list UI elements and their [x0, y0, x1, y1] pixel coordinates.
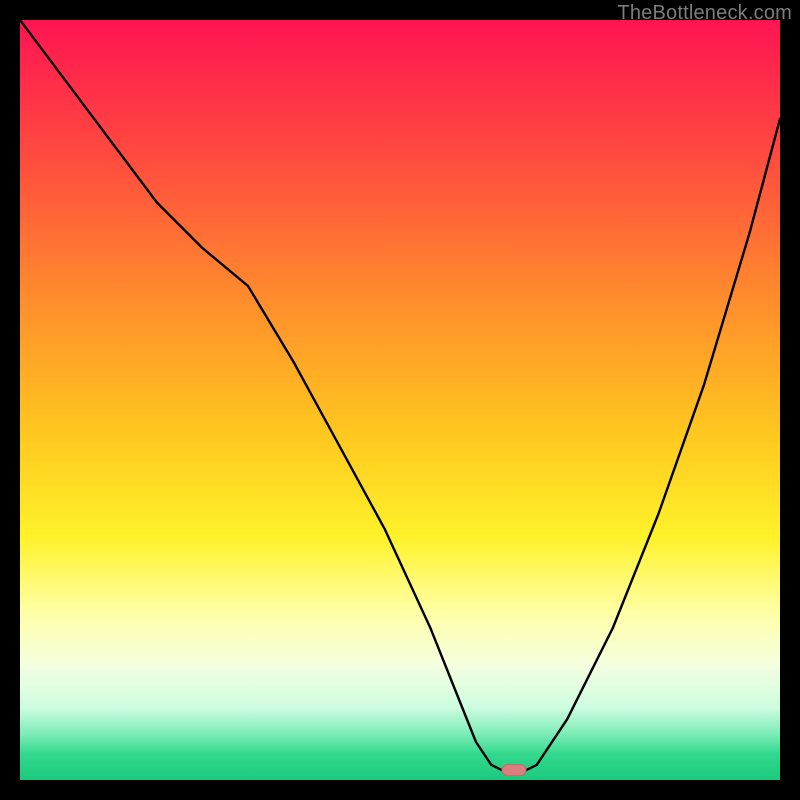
gradient-background	[20, 20, 780, 780]
optimal-marker	[502, 765, 526, 776]
chart-frame: TheBottleneck.com	[0, 0, 800, 800]
bottleneck-chart	[20, 20, 780, 780]
plot-area	[20, 20, 780, 780]
watermark-label: TheBottleneck.com	[617, 2, 792, 25]
